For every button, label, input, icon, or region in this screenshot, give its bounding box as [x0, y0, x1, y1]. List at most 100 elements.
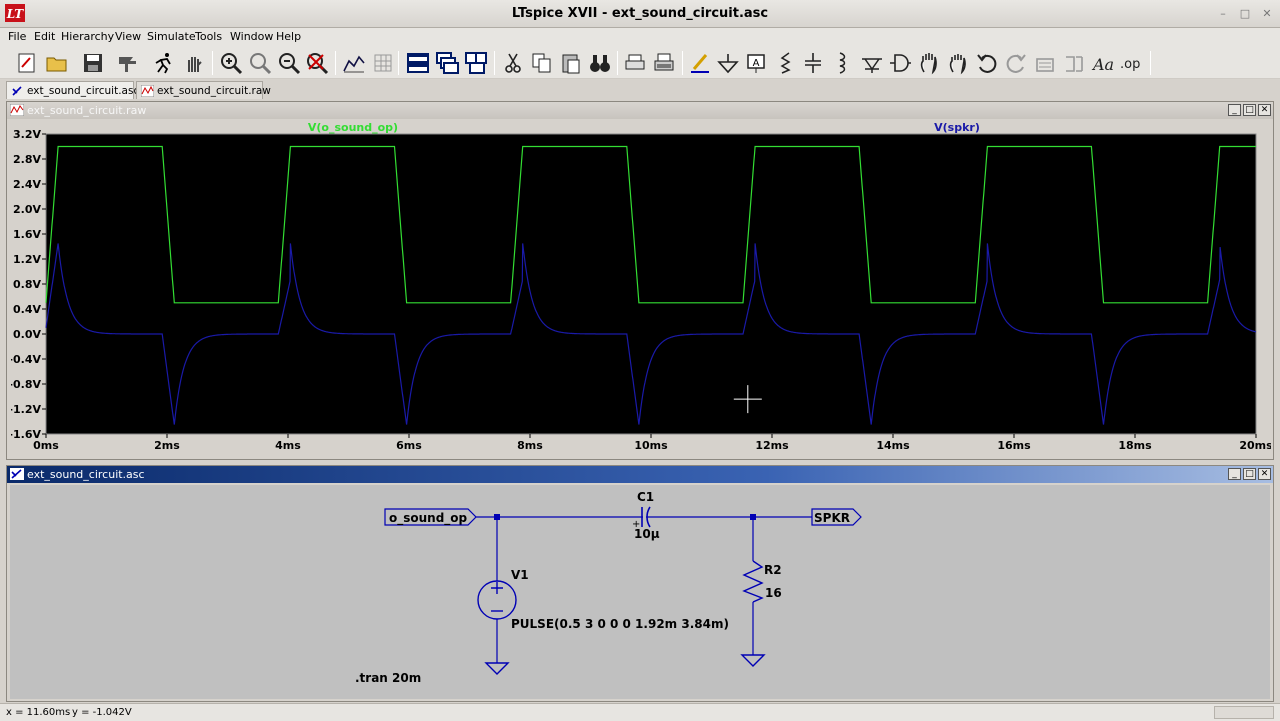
zoom-in-icon[interactable] [218, 50, 244, 76]
menu-simulate[interactable]: Simulate [147, 30, 196, 43]
menu-window[interactable]: Window [230, 30, 273, 43]
title-bar: LT LTspice XVII - ext_sound_circuit.asc … [0, 0, 1280, 28]
tab-label: ext_sound_circuit.raw [157, 85, 271, 97]
ground-icon[interactable] [715, 50, 741, 76]
r2-value: 16 [765, 586, 782, 600]
window-title: LTspice XVII - ext_sound_circuit.asc [511, 6, 769, 21]
save-icon[interactable] [80, 50, 106, 76]
y-tick-label: 0.8V [13, 278, 41, 291]
zoom-pan-icon[interactable] [247, 50, 273, 76]
maximize-button[interactable]: □ [1238, 7, 1252, 21]
rotate-icon[interactable] [1032, 50, 1058, 76]
menu-tools[interactable]: Tools [195, 30, 222, 43]
x-tick-label: 12ms [755, 439, 789, 452]
waveform-window: ext_sound_circuit.raw _ □ ✕ 3.2V 2.8V 2.4V… [6, 101, 1274, 460]
x-tick-label: 6ms [396, 439, 422, 452]
y-tick-label: 1.2V [13, 253, 41, 266]
document-tabs: ext_sound_circuit.asc ext_sound_circuit.… [0, 80, 1280, 100]
copy-icon[interactable] [529, 50, 555, 76]
grid-icon[interactable] [370, 50, 396, 76]
waveform-window-titlebar[interactable]: ext_sound_circuit.raw _ □ ✕ [7, 102, 1273, 119]
menu-help[interactable]: Help [276, 30, 301, 43]
close-button[interactable]: ✕ [1260, 7, 1274, 21]
run-icon[interactable] [151, 50, 177, 76]
schematic-doc-icon [12, 86, 22, 96]
cursor-y-readout: y = -1.042V [72, 707, 132, 718]
v1-value: PULSE(0.5 3 0 0 0 1.92m 3.84m) [511, 617, 729, 631]
tile-vertical-icon[interactable] [463, 50, 489, 76]
tab-waveform[interactable]: ext_sound_circuit.raw [136, 81, 271, 99]
menu-hierarchy[interactable]: Hierarchy [61, 30, 114, 43]
find-icon[interactable] [587, 50, 613, 76]
schematic-close-button[interactable]: ✕ [1258, 468, 1271, 480]
minimize-button[interactable]: – [1216, 7, 1230, 21]
cascade-icon[interactable] [434, 50, 460, 76]
schematic-minimize-button[interactable]: _ [1228, 468, 1241, 480]
draw-wire-icon[interactable] [687, 50, 713, 76]
open-icon[interactable] [44, 50, 70, 76]
component-icon[interactable] [887, 50, 913, 76]
diode-icon[interactable] [859, 50, 885, 76]
control-panel-icon[interactable] [115, 50, 141, 76]
autorange-icon[interactable] [341, 50, 367, 76]
redo-icon[interactable] [1003, 50, 1029, 76]
waveform-window-title: ext_sound_circuit.raw [27, 104, 147, 117]
tile-horizontal-icon[interactable] [405, 50, 431, 76]
drag-icon[interactable] [945, 50, 971, 76]
ground-symbol[interactable] [740, 654, 766, 667]
schematic-window-titlebar[interactable]: ext_sound_circuit.asc _ □ ✕ [7, 466, 1273, 483]
x-tick-label: 0ms [33, 439, 59, 452]
legend-spkr[interactable]: V(spkr) [934, 121, 980, 134]
tab-label: ext_sound_circuit.asc [27, 85, 140, 97]
zoom-fit-icon[interactable] [304, 50, 330, 76]
junction-dot [750, 514, 756, 520]
legend-o-sound-op[interactable]: V(o_sound_op) [308, 121, 398, 134]
plot-area[interactable]: 3.2V 2.8V 2.4V 2.0V 1.6V 1.2V 0.8V 0.4V 0.0V -0.4… [8, 121, 1273, 461]
v1-name: V1 [511, 568, 529, 582]
text-icon[interactable]: Aa [1090, 50, 1116, 76]
y-tick-label: 1.6V [13, 228, 41, 241]
net-label-spkr: SPKR [814, 511, 850, 525]
menu-edit[interactable]: Edit [34, 30, 55, 43]
ground-symbol[interactable] [484, 662, 510, 675]
waveform-doc-icon [10, 104, 24, 116]
spice-directive[interactable]: .tran 20m [355, 671, 421, 685]
y-tick-label: -1.2V [11, 403, 41, 416]
waveform-restore-button[interactable]: □ [1243, 104, 1256, 116]
spice-directive-icon[interactable]: .op [1118, 50, 1144, 76]
label-net-icon[interactable]: A [743, 50, 769, 76]
svg-text:Aa: Aa [1091, 55, 1114, 74]
schematic-drawing[interactable]: o_sound_op SPKR + C1 10µ V1 PULSE(0.5 3 … [10, 485, 1270, 699]
capacitor-icon[interactable] [800, 50, 826, 76]
y-tick-label: 0.0V [13, 328, 41, 341]
move-icon[interactable] [916, 50, 942, 76]
halt-icon[interactable] [181, 50, 207, 76]
menu-file[interactable]: File [8, 30, 26, 43]
new-schematic-icon[interactable] [14, 50, 40, 76]
schematic-window: ext_sound_circuit.asc _ □ ✕ o_sound_op S… [6, 465, 1274, 702]
y-tick-label: 2.0V [13, 203, 41, 216]
undo-icon[interactable] [974, 50, 1000, 76]
mirror-icon[interactable] [1061, 50, 1087, 76]
schematic-restore-button[interactable]: □ [1243, 468, 1256, 480]
zoom-out-icon[interactable] [276, 50, 302, 76]
plot-background[interactable] [45, 133, 1257, 435]
svg-text:A: A [753, 58, 760, 69]
x-tick-label: 16ms [997, 439, 1031, 452]
waveform-close-button[interactable]: ✕ [1258, 104, 1271, 116]
resistor-r2[interactable] [742, 560, 764, 603]
cut-icon[interactable] [500, 50, 526, 76]
print-setup-icon[interactable] [622, 50, 648, 76]
schematic-doc-icon [10, 468, 24, 480]
schematic-canvas[interactable]: o_sound_op SPKR + C1 10µ V1 PULSE(0.5 3 … [10, 485, 1270, 699]
r2-name: R2 [764, 563, 782, 577]
paste-icon[interactable] [558, 50, 584, 76]
menu-view[interactable]: View [115, 30, 141, 43]
inductor-icon[interactable] [829, 50, 855, 76]
tab-schematic[interactable]: ext_sound_circuit.asc [6, 81, 139, 99]
waveform-plot[interactable]: 3.2V 2.8V 2.4V 2.0V 1.6V 1.2V 0.8V 0.4V 0.0V -0.4… [8, 121, 1273, 458]
print-icon[interactable] [651, 50, 677, 76]
waveform-minimize-button[interactable]: _ [1228, 104, 1241, 116]
voltage-source-v1[interactable] [477, 580, 517, 620]
resistor-icon[interactable] [772, 50, 798, 76]
